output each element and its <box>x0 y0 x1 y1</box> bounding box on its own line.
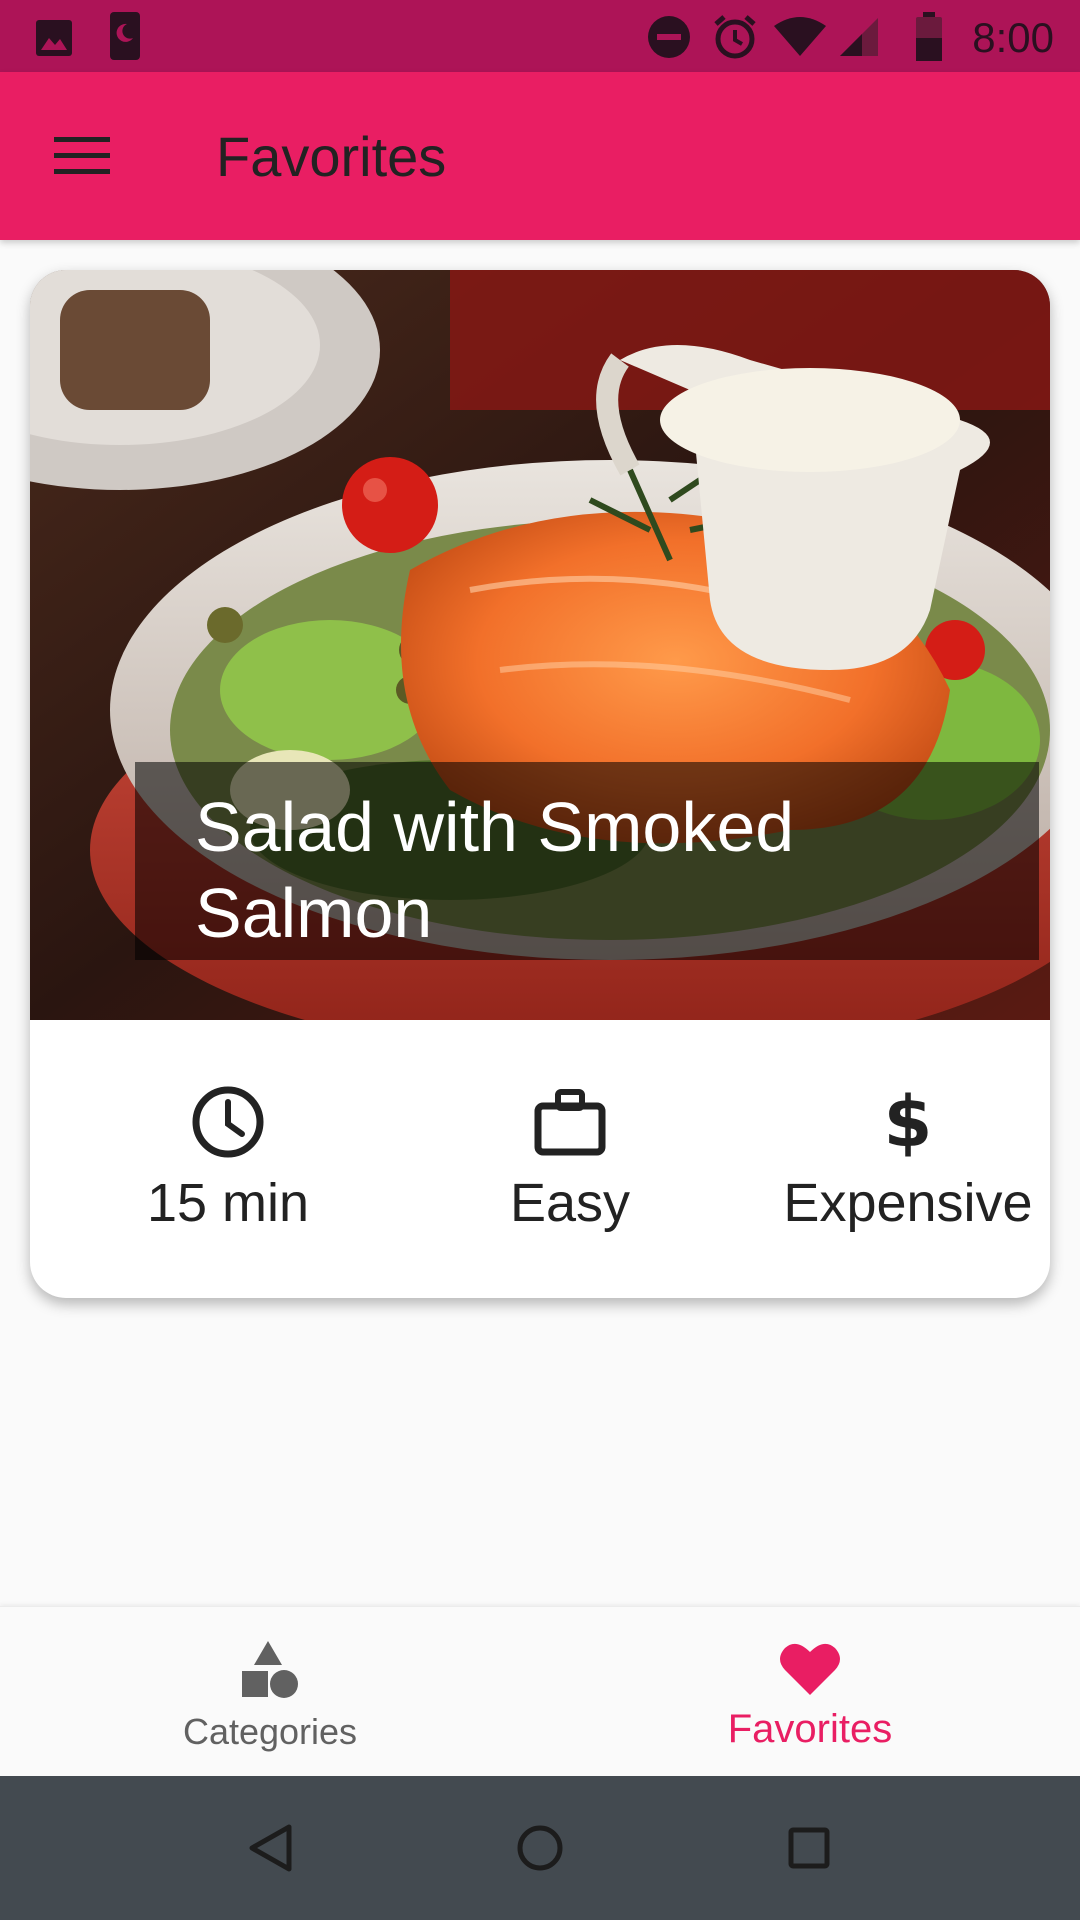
app-bar: Favorites <box>0 72 1080 240</box>
meal-affordability: $ Expensive <box>738 1020 1050 1298</box>
moon-phone-icon <box>110 12 140 60</box>
meal-title-overlay: Salad with Smoked Salmon <box>135 762 1039 960</box>
back-button[interactable] <box>234 1812 306 1884</box>
bottom-navigation: Categories Favorites <box>0 1606 1080 1776</box>
tab-favorites[interactable]: Favorites <box>540 1607 1080 1777</box>
home-icon <box>517 1825 563 1871</box>
meal-title: Salad with Smoked Salmon <box>195 788 795 952</box>
meal-duration: 15 min <box>58 1020 398 1298</box>
meal-complexity: Easy <box>400 1020 740 1298</box>
image-icon <box>36 20 72 56</box>
meal-duration-label: 15 min <box>146 1173 310 1233</box>
home-button[interactable] <box>504 1812 576 1884</box>
wifi-icon <box>774 17 826 56</box>
dollar-icon: $ <box>883 1081 933 1163</box>
meal-affordability-label: Expensive <box>783 1173 1033 1233</box>
page-title: Favorites <box>216 125 447 188</box>
battery-icon <box>916 12 942 61</box>
tab-categories-label: Categories <box>182 1711 358 1752</box>
hamburger-menu-icon <box>54 137 110 174</box>
tab-favorites-label: Favorites <box>727 1707 893 1751</box>
system-navigation-bar <box>0 1776 1080 1920</box>
clock-icon <box>192 1086 264 1158</box>
do-not-disturb-icon <box>648 16 690 58</box>
back-icon <box>249 1824 292 1872</box>
heart-icon <box>780 1643 840 1695</box>
recents-icon <box>788 1827 830 1869</box>
shapes-icon <box>242 1641 298 1698</box>
tab-categories[interactable]: Categories <box>0 1607 540 1777</box>
recents-button[interactable] <box>773 1812 845 1884</box>
meal-complexity-label: Easy <box>509 1173 631 1233</box>
alarm-icon <box>714 15 756 59</box>
menu-button[interactable] <box>42 116 122 196</box>
briefcase-icon <box>534 1089 606 1156</box>
cell-signal-icon <box>840 18 878 56</box>
meal-card[interactable]: Salad with Smoked Salmon 15 min Easy $ E… <box>30 270 1050 1298</box>
status-bar: 8:00 <box>0 0 1080 72</box>
status-time: 8:00 <box>972 14 1054 61</box>
meal-details: 15 min Easy $ Expensive <box>30 1020 1050 1298</box>
